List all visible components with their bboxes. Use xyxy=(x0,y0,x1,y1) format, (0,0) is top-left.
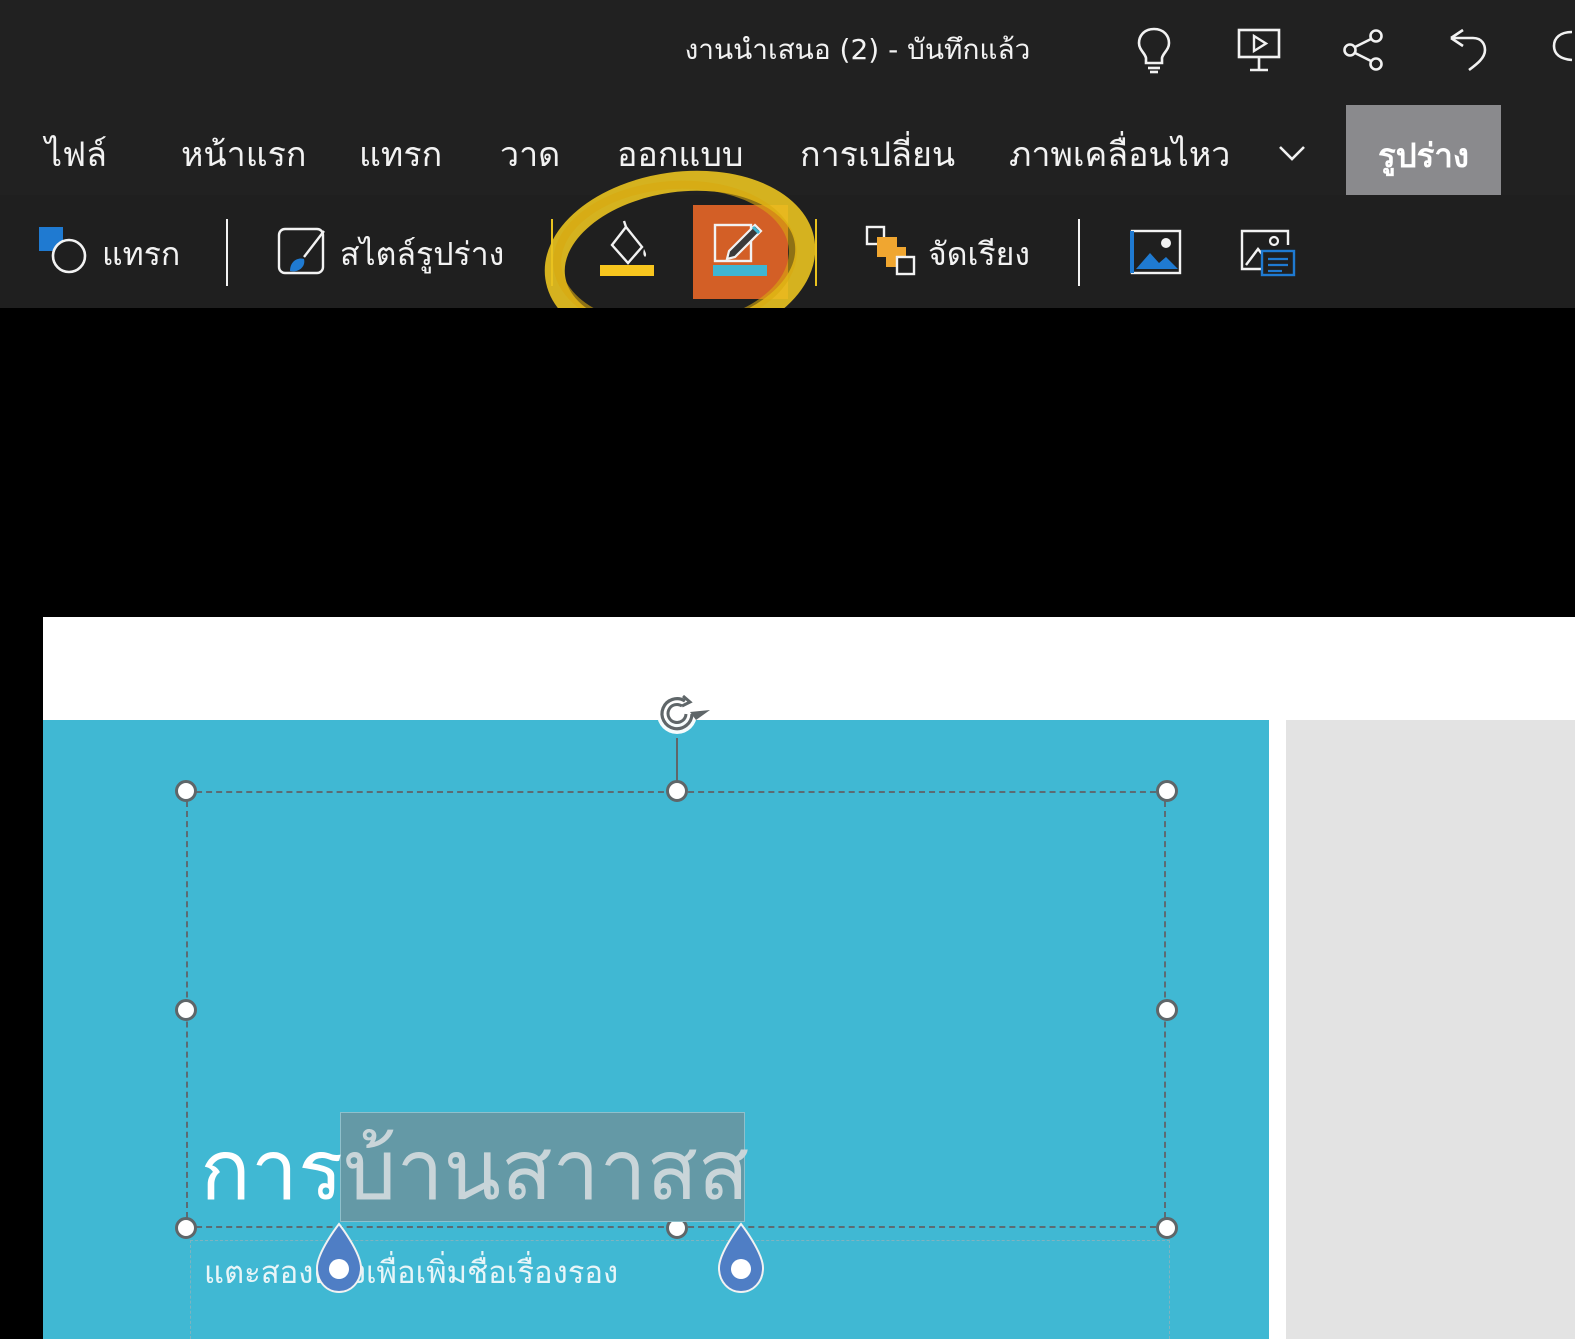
tab-file[interactable]: ไฟล์ xyxy=(45,127,107,181)
tab-transitions[interactable]: การเปลี่ยน xyxy=(800,127,955,181)
picture-button[interactable] xyxy=(1126,225,1184,277)
toolbar-separator xyxy=(815,219,817,286)
document-title: งานนำเสนอ (2) - บันทึกแล้ว xyxy=(684,33,1031,66)
toolbar-separator xyxy=(1078,219,1080,286)
chevron-down-icon[interactable] xyxy=(1272,135,1312,171)
shape-styles-label: สไตล์รูปร่าง xyxy=(340,235,505,273)
selection-end-handle[interactable] xyxy=(715,1222,767,1294)
tab-shape[interactable]: รูปร่าง xyxy=(1346,105,1501,195)
tab-shape-label: รูปร่าง xyxy=(1377,136,1470,175)
shape-styles-icon xyxy=(277,227,325,275)
shape-toolbar: แทรก สไตล์รูปร่าง จัดเรียง xyxy=(0,195,1575,308)
toolbar-separator xyxy=(226,219,228,286)
slide-side-panel-shape[interactable] xyxy=(1286,720,1575,1339)
insert-shape-label: แทรก xyxy=(102,235,181,273)
resize-handle-right[interactable] xyxy=(1156,999,1178,1021)
shape-styles-button[interactable]: สไตล์รูปร่าง xyxy=(276,223,511,283)
present-icon[interactable] xyxy=(1235,24,1283,76)
tab-animations[interactable]: ภาพเคลื่อนไหว xyxy=(1009,127,1230,181)
tab-draw[interactable]: วาด xyxy=(500,127,560,181)
shape-fill-icon xyxy=(600,220,654,276)
title-selected-text: บ้านสาาสส xyxy=(343,1121,750,1219)
title-bar: งานนำเสนอ (2) - บันทึกแล้ว xyxy=(0,0,1575,105)
insert-shape-button[interactable]: แทรก xyxy=(36,223,186,283)
shape-outline-icon xyxy=(713,223,767,276)
undo-icon[interactable] xyxy=(1445,24,1493,76)
resize-handle-bottom-left[interactable] xyxy=(175,1217,197,1239)
title-unselected-text: การ xyxy=(200,1121,344,1219)
comment-icon[interactable] xyxy=(1550,24,1575,76)
resize-handle-top-left[interactable] xyxy=(175,780,197,802)
shape-outline-button[interactable] xyxy=(693,205,788,299)
rotate-handle-icon[interactable] xyxy=(652,690,712,740)
tab-home[interactable]: หน้าแรก xyxy=(181,127,307,181)
selection-start-handle[interactable] xyxy=(313,1222,365,1294)
arrange-icon xyxy=(865,225,916,276)
share-icon[interactable] xyxy=(1340,24,1388,76)
arrange-label: จัดเรียง xyxy=(928,235,1031,273)
tab-design[interactable]: ออกแบบ xyxy=(617,127,744,181)
shape-fill-button[interactable] xyxy=(590,217,664,287)
ribbon-tabs: ไฟล์ หน้าแรก แทรก วาด ออกแบบ การเปลี่ยน … xyxy=(0,105,1575,195)
resize-handle-bottom-right[interactable] xyxy=(1156,1217,1178,1239)
picture-icon xyxy=(1130,229,1182,275)
lightbulb-icon[interactable] xyxy=(1130,24,1178,76)
toolbar-separator xyxy=(551,219,553,286)
slide-title-text[interactable]: การบ้านสาาสส xyxy=(200,1120,749,1220)
alt-text-button[interactable] xyxy=(1238,225,1300,279)
subtitle-placeholder-text[interactable]: แตะสองครั้งเพื่อเพิ่มชื่อเรื่องรอง xyxy=(204,1247,618,1297)
arrange-button[interactable]: จัดเรียง xyxy=(864,223,1039,283)
insert-shapes-icon xyxy=(39,227,87,274)
resize-handle-top[interactable] xyxy=(666,780,688,802)
alt-text-icon xyxy=(1240,229,1296,277)
resize-handle-top-right[interactable] xyxy=(1156,780,1178,802)
tab-insert[interactable]: แทรก xyxy=(359,127,442,181)
resize-handle-left[interactable] xyxy=(175,999,197,1021)
